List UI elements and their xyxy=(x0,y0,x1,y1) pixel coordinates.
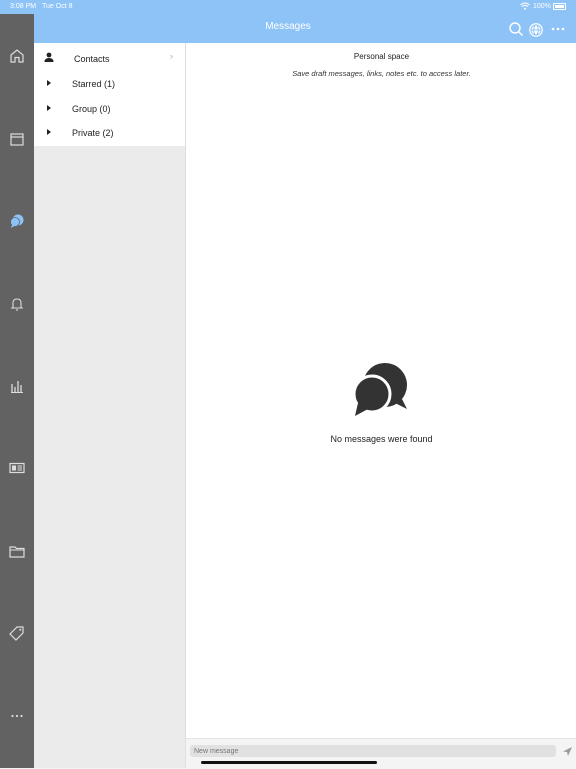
group-item-private[interactable]: Private (2) xyxy=(34,122,185,146)
header-bar: 3:08 PM Tue Oct 8 100% Messages xyxy=(0,0,576,43)
contacts-panel: Contacts › Starred (1) Group (0) Private… xyxy=(34,43,185,768)
messages-area: Personal space Save draft messages, link… xyxy=(185,43,576,769)
caret-right-icon xyxy=(47,129,51,135)
space-title: Personal space xyxy=(353,52,410,61)
group-item-group[interactable]: Group (0) xyxy=(34,98,185,122)
send-icon[interactable] xyxy=(562,746,573,757)
globe-icon[interactable] xyxy=(528,22,544,38)
news-icon[interactable] xyxy=(8,459,26,477)
battery-percent: 100% xyxy=(533,3,551,10)
tag-icon[interactable] xyxy=(8,624,26,642)
sidebar-rail xyxy=(0,14,34,768)
status-bar: 3:08 PM Tue Oct 8 100% xyxy=(0,0,576,14)
empty-state-text: No messages were found xyxy=(330,434,433,444)
composer-bar xyxy=(186,738,576,769)
more-icon[interactable] xyxy=(8,707,26,725)
contacts-row[interactable]: Contacts › xyxy=(34,48,185,72)
group-label: Starred (1) xyxy=(72,79,116,89)
status-date: Tue Oct 8 xyxy=(42,3,73,10)
messages-icon[interactable] xyxy=(8,212,26,230)
caret-right-icon xyxy=(47,105,51,111)
space-hint: Save draft messages, links, notes etc. t… xyxy=(292,69,471,78)
message-input[interactable] xyxy=(190,745,556,757)
calendar-icon[interactable] xyxy=(8,130,26,148)
status-time: 3:08 PM xyxy=(10,3,37,10)
chat-bubbles-icon xyxy=(352,363,407,416)
user-icon xyxy=(44,52,54,62)
chart-icon[interactable] xyxy=(8,377,26,395)
contacts-label: Contacts xyxy=(74,54,110,64)
search-icon[interactable] xyxy=(508,21,524,37)
caret-right-icon xyxy=(47,80,51,86)
wifi-icon xyxy=(520,2,530,10)
bell-icon[interactable] xyxy=(8,295,26,313)
group-label: Group (0) xyxy=(72,104,111,114)
page-title: Messages xyxy=(265,21,311,32)
battery-icon xyxy=(553,3,566,10)
home-icon[interactable] xyxy=(8,47,26,65)
chevron-right-icon: › xyxy=(170,51,173,61)
home-indicator xyxy=(201,761,377,764)
group-label: Private (2) xyxy=(72,128,114,138)
folder-icon[interactable] xyxy=(8,542,26,560)
more-icon[interactable] xyxy=(550,21,566,37)
group-item-starred[interactable]: Starred (1) xyxy=(34,73,185,97)
